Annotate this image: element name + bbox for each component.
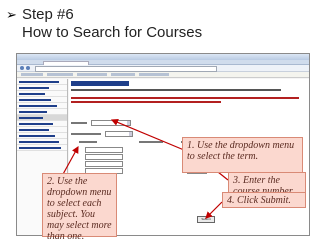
page-heading: [71, 81, 129, 86]
slide-title-line1: Step #6: [22, 6, 74, 23]
favorite-item[interactable]: [111, 73, 135, 76]
submit-button[interactable]: Submit: [197, 216, 215, 223]
warning-text: [71, 97, 299, 99]
forward-icon[interactable]: [26, 66, 30, 70]
slide-title: ➢ Step #6 How to Search for Courses: [6, 6, 306, 42]
favorite-item[interactable]: [139, 73, 169, 76]
callout-step2: 2. Use the dropdown menu to select each …: [42, 173, 117, 242]
favorite-item[interactable]: [47, 73, 73, 76]
callout-step4: 4. Click Submit.: [222, 192, 306, 208]
subject-select[interactable]: [85, 147, 123, 153]
subject-select[interactable]: [85, 154, 123, 160]
filter-select[interactable]: [105, 131, 133, 137]
subject-select[interactable]: [85, 161, 123, 167]
favorites-bar: [17, 72, 309, 78]
favorite-item[interactable]: [21, 73, 43, 76]
sidebar-item[interactable]: [17, 145, 67, 151]
slide-title-line2: How to Search for Courses: [22, 24, 203, 41]
callout-step1: 1. Use the dropdown menu to select the t…: [182, 137, 303, 173]
back-icon[interactable]: [20, 66, 24, 70]
favorite-item[interactable]: [77, 73, 107, 76]
arrow-bullet-icon: ➢: [6, 7, 17, 22]
address-bar: [17, 65, 309, 72]
warning-text: [71, 101, 221, 103]
term-select[interactable]: [91, 120, 131, 126]
notice-text: [71, 89, 281, 91]
